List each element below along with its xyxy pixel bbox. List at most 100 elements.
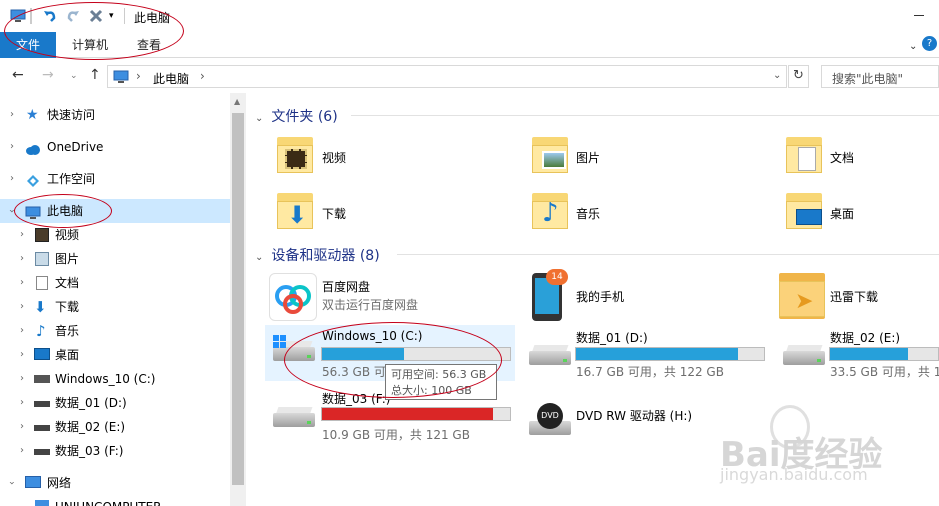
expand-chevron-icon[interactable]: ›	[20, 223, 24, 247]
forward-arrow-icon[interactable]: →	[42, 67, 54, 83]
drive-name[interactable]: 数据_02 (E:)	[830, 329, 900, 346]
expand-chevron-icon[interactable]: ›	[20, 391, 24, 415]
nav-drive-c[interactable]: › Windows_10 (C:)	[0, 367, 230, 391]
folder-label[interactable]: 图片	[576, 149, 600, 166]
annotation-oval	[284, 322, 502, 398]
nav-music[interactable]: › ♪ 音乐	[0, 319, 230, 343]
thunder-download-folder-icon[interactable]: ➤	[777, 271, 825, 319]
drive-icon	[34, 449, 50, 455]
usage-fill	[576, 348, 739, 360]
folder-label[interactable]: 文档	[830, 149, 854, 166]
folder-label[interactable]: 下载	[322, 205, 346, 222]
document-icon	[798, 147, 816, 171]
folder-label[interactable]: 视频	[322, 149, 346, 166]
breadcrumb-chevron-icon[interactable]: ›	[200, 69, 205, 83]
nav-documents[interactable]: › 文档	[0, 271, 230, 295]
nav-computer[interactable]: UNIUNCOMPUTER	[0, 495, 230, 506]
expand-chevron-icon[interactable]: ›	[20, 271, 24, 295]
usage-fill	[322, 408, 494, 420]
drive-icon[interactable]	[527, 343, 571, 367]
nav-workspace[interactable]: › 工作空间	[0, 167, 230, 191]
drive-name[interactable]: DVD RW 驱动器 (H:)	[576, 407, 692, 424]
downloads-folder-icon[interactable]: ⬇	[275, 191, 315, 231]
music-note-icon: ♪	[36, 322, 46, 340]
scroll-up-icon[interactable]: ▲	[234, 97, 240, 106]
group-divider	[397, 254, 939, 255]
devices-group-header[interactable]: ⌄ 设备和驱动器 (8)	[255, 245, 380, 265]
collapse-chevron-icon[interactable]: ›	[0, 481, 23, 485]
drive-icon	[34, 401, 50, 407]
nav-drive-e[interactable]: › 数据_02 (E:)	[0, 415, 230, 439]
expand-chevron-icon[interactable]: ›	[20, 367, 24, 391]
refresh-button[interactable]: ↻	[788, 65, 809, 88]
nav-scrollbar[interactable]: ▲	[230, 93, 246, 506]
expand-chevron-icon[interactable]: ›	[20, 415, 24, 439]
drive-free-space: 33.5 GB 可用，共 121 GB	[830, 365, 939, 379]
nav-pictures[interactable]: › 图片	[0, 247, 230, 271]
film-icon	[35, 228, 49, 242]
nav-drive-d[interactable]: › 数据_01 (D:)	[0, 391, 230, 415]
expand-chevron-icon[interactable]: ›	[10, 135, 14, 159]
drive-icon[interactable]	[271, 405, 315, 429]
back-arrow-icon[interactable]: ←	[12, 67, 24, 83]
expand-chevron-icon[interactable]: ›	[10, 103, 14, 127]
address-box[interactable]: › 此电脑 › ⌄	[107, 65, 787, 88]
address-dropdown-icon[interactable]: ⌄	[773, 70, 781, 81]
collapse-chevron-icon[interactable]: ⌄	[255, 252, 263, 263]
device-name[interactable]: 迅雷下载	[830, 288, 878, 305]
documents-folder-icon[interactable]	[784, 135, 824, 175]
music-note-icon: ♪	[542, 198, 559, 228]
annotation-oval	[14, 194, 112, 228]
drive-d-usage-bar	[575, 347, 765, 361]
drive-f-usage-bar	[321, 407, 511, 421]
baidu-netdisk-icon[interactable]	[269, 273, 317, 321]
nav-network[interactable]: › 网络	[0, 471, 230, 495]
baidu-watermark: Bai度经验 jingyan.baidu.com	[720, 405, 920, 495]
desktop-folder-icon[interactable]	[784, 191, 824, 231]
nav-quick-access[interactable]: › ★ 快速访问	[0, 103, 230, 127]
minimize-button[interactable]	[914, 15, 924, 16]
nav-label: 数据_03 (F:)	[55, 444, 124, 458]
drive-icon	[34, 425, 50, 431]
expand-chevron-icon[interactable]: ›	[20, 439, 24, 463]
music-folder-icon[interactable]: ♪	[530, 191, 570, 231]
device-name[interactable]: 我的手机	[576, 288, 624, 305]
folders-group-title: 文件夹 (6)	[271, 109, 338, 125]
nav-label: 音乐	[55, 324, 80, 338]
nav-label: 快速访问	[47, 108, 96, 122]
folder-label[interactable]: 音乐	[576, 205, 600, 222]
expand-chevron-icon[interactable]: ›	[20, 247, 24, 271]
nav-desktop[interactable]: › 桌面	[0, 343, 230, 367]
expand-chevron-icon[interactable]: ›	[10, 167, 14, 191]
drive-e-usage-bar	[829, 347, 939, 361]
network-icon	[25, 476, 41, 488]
help-button[interactable]: ?	[922, 36, 937, 51]
breadcrumb-this-pc[interactable]: 此电脑	[153, 70, 189, 87]
nav-drive-f[interactable]: › 数据_03 (F:)	[0, 439, 230, 463]
folder-label[interactable]: 桌面	[830, 205, 854, 222]
collapse-chevron-icon[interactable]: ⌄	[255, 113, 263, 124]
expand-chevron-icon[interactable]: ›	[20, 343, 24, 367]
drive-free-space: 10.9 GB 可用，共 121 GB	[322, 428, 470, 442]
document-icon	[36, 276, 48, 290]
drive-name[interactable]: 数据_01 (D:)	[576, 329, 648, 346]
nav-onedrive[interactable]: › OneDrive	[0, 135, 230, 159]
folders-group-header[interactable]: ⌄ 文件夹 (6)	[255, 106, 338, 126]
nav-downloads[interactable]: › ⬇ 下载	[0, 295, 230, 319]
ribbon-expand-icon[interactable]: ⌄	[909, 41, 917, 52]
search-input[interactable]: 搜索"此电脑"	[821, 65, 939, 88]
expand-chevron-icon[interactable]: ›	[20, 319, 24, 343]
breadcrumb-chevron-icon[interactable]: ›	[136, 69, 141, 83]
drive-icon[interactable]	[781, 343, 825, 367]
up-arrow-icon[interactable]: ↑	[89, 67, 101, 83]
phone-icon[interactable]: 14	[532, 269, 568, 321]
pictures-folder-icon[interactable]	[530, 135, 570, 175]
annotation-oval	[4, 2, 184, 60]
dvd-drive-icon[interactable]: DVD	[527, 403, 571, 437]
expand-chevron-icon[interactable]: ›	[20, 295, 24, 319]
videos-folder-icon[interactable]	[275, 135, 315, 175]
scroll-thumb[interactable]	[232, 113, 244, 485]
recent-locations-icon[interactable]: ⌄	[70, 71, 78, 81]
device-name[interactable]: 百度网盘	[322, 278, 370, 295]
nav-videos[interactable]: › 视频	[0, 223, 230, 247]
